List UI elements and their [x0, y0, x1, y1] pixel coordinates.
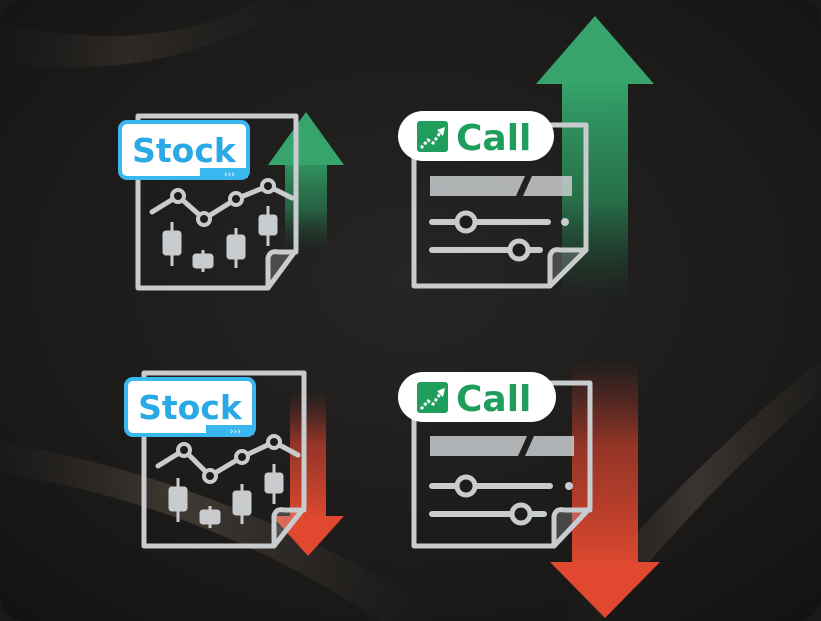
- form-fields: [430, 176, 572, 196]
- background: [0, 0, 821, 621]
- call-label: Call: [398, 372, 556, 422]
- call-label-text: Call: [456, 379, 531, 420]
- illustration-canvas: Stock ››› Call Stock ››› Call: [0, 0, 821, 621]
- chevrons-icon: ›››: [230, 427, 241, 437]
- stock-label: Stock ›››: [118, 120, 250, 180]
- trend-up-icon: [417, 121, 448, 152]
- call-label: Call: [398, 111, 554, 161]
- stock-label-text: Stock: [132, 131, 237, 170]
- call-label-text: Call: [456, 118, 531, 159]
- stock-label-text: Stock: [138, 388, 243, 427]
- trend-up-icon: [417, 382, 448, 413]
- stock-label: Stock ›››: [124, 377, 256, 437]
- form-fields: [430, 436, 574, 456]
- chevrons-icon: ›››: [224, 170, 235, 180]
